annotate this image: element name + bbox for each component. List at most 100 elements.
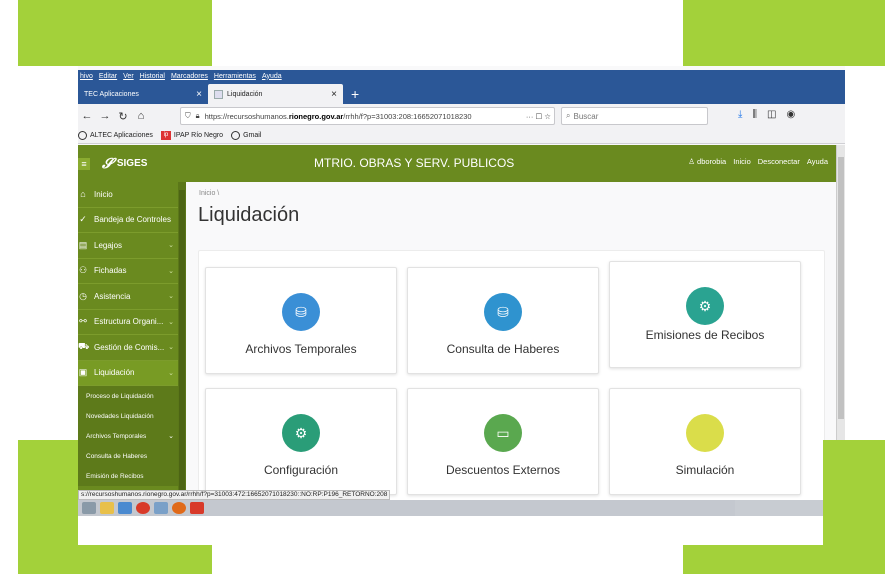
tab-label: Liquidación [227, 90, 263, 98]
users-icon: ⚇ [78, 265, 88, 276]
sidebar-subitem[interactable]: Archivos Temporales ⌄ [78, 426, 178, 446]
sidebar-subitem-label: Proceso de Liquidación [86, 392, 154, 400]
tab-label: TEC Aplicaciones [84, 90, 139, 98]
sidebar-item[interactable]: ✓ Bandeja de Controles [78, 208, 178, 233]
sidebar-subitem[interactable]: Proceso de Liquidación [78, 386, 178, 406]
tab-strip: TEC Aplicaciones × Liquidación × + [78, 82, 845, 104]
sidebar-item-label: Fichadas [94, 266, 127, 276]
page-actions-icon[interactable]: ··· ☐ ☆ [526, 112, 554, 121]
search-icon: ⌕ [566, 111, 571, 120]
main-content: Inicio \ Liquidación ⛁ Archivos Temporale… [186, 182, 836, 505]
taskbar-app-icon[interactable] [118, 502, 132, 514]
scrollbar-thumb[interactable] [179, 190, 185, 490]
decor-corner [683, 0, 885, 66]
menu-toggle-icon[interactable]: ≡ [78, 157, 90, 170]
chevron-down-icon: ⌄ [168, 267, 174, 275]
firefox-icon[interactable] [172, 502, 186, 514]
toolbar-right-icons: ⤓ ⫼ ◫ ◉ [738, 109, 795, 120]
clock-icon: ◷ [79, 290, 87, 301]
folder-icon[interactable] [100, 502, 114, 514]
bookmark-gmail[interactable]: Gmail [231, 131, 261, 140]
sidebar-item[interactable]: ⛟ Gestión de Comis... ⌄ [78, 335, 178, 361]
circle-icon [686, 414, 724, 452]
menu-historial[interactable]: Historial [140, 73, 165, 80]
sidebar-subitem[interactable]: Consulta de Haberes [78, 446, 178, 466]
back-icon[interactable]: ← [78, 110, 96, 122]
bookmarks-bar: ALTEC Aplicaciones ip IPAP Río Negro Gmai… [78, 128, 845, 144]
decor-corner [18, 0, 212, 66]
card-archivos-temporales[interactable]: ⛁ Archivos Temporales [205, 267, 397, 374]
browser-menubar: hivo Editar Ver Historial Marcadores Her… [78, 70, 845, 82]
taskbar-app-icon[interactable] [136, 502, 150, 514]
card-emisiones-de-recibos[interactable]: ⚙ Emisiones de Recibos [609, 261, 801, 368]
sidebar-item[interactable]: ◷ Asistencia ⌄ [78, 284, 178, 310]
close-icon[interactable]: × [331, 89, 337, 100]
library-icon[interactable]: ⫼ [752, 109, 757, 120]
new-tab-button[interactable]: + [343, 86, 367, 104]
scrollbar-thumb[interactable] [838, 157, 844, 419]
tab-altec[interactable]: TEC Aplicaciones × [78, 84, 208, 104]
screenshot-stage: hivo Editar Ver Historial Marcadores Her… [0, 0, 885, 574]
siges-logo[interactable]: 𝓢 SIGES [102, 155, 147, 172]
card-simulaci-n[interactable]: Simulación [609, 388, 801, 495]
menu-editar[interactable]: Editar [99, 73, 117, 80]
org-title: MTRIO. OBRAS Y SERV. PUBLICOS [314, 156, 515, 170]
menu-archivo[interactable]: hivo [80, 73, 93, 80]
cards-panel: ⛁ Archivos Temporales ⛁ Consulta de Haberes… [198, 250, 825, 505]
search-input[interactable]: ⌕ Buscar [561, 107, 708, 125]
taskbar-app-icon[interactable] [190, 502, 204, 514]
menu-marcadores[interactable]: Marcadores [171, 73, 208, 80]
account-icon[interactable]: ◉ [786, 109, 795, 120]
banknote-icon: ▭ [484, 414, 522, 452]
bookmark-altec[interactable]: ALTEC Aplicaciones [78, 131, 153, 140]
download-icon[interactable]: ⤓ [738, 109, 742, 120]
inicio-link[interactable]: Inicio [733, 157, 751, 166]
menu-herramientas[interactable]: Herramientas [214, 73, 256, 80]
taskbar-app-icon[interactable] [82, 502, 96, 514]
forward-icon[interactable]: → [96, 110, 114, 122]
chevron-down-icon: ⌄ [168, 369, 174, 377]
sidebar-item[interactable]: ⚯ Estructura Organi... ⌄ [78, 310, 178, 335]
sidebar-subitem-label: Consulta de Haberes [86, 452, 148, 460]
card-configuraci-n[interactable]: ⚙ Configuración [205, 388, 397, 495]
sidebar-item[interactable]: ▤ Legajos ⌄ [78, 233, 178, 259]
sidebar-item-label: Asistencia [94, 291, 131, 301]
card-descuentos-externos[interactable]: ▭ Descuentos Externos [407, 388, 599, 495]
taskbar-app-icon[interactable] [154, 502, 168, 514]
card-label: Simulación [675, 463, 735, 477]
sidebar-icon[interactable]: ◫ [767, 109, 776, 120]
card-consulta-de-haberes[interactable]: ⛁ Consulta de Haberes [407, 267, 599, 374]
desconectar-link[interactable]: Desconectar [758, 157, 800, 166]
sidebar-scrollbar[interactable] [178, 182, 186, 498]
reload-icon[interactable]: ↻ [114, 110, 132, 123]
sidebar-item[interactable]: ▣ Liquidación ⌄ [78, 360, 178, 386]
database-search-icon: ⛁ [484, 293, 522, 331]
ayuda-link[interactable]: Ayuda [807, 157, 828, 166]
card-label: Consulta de Haberes [446, 342, 560, 356]
page-title: Liquidación [198, 204, 300, 226]
sidebar-item[interactable]: ⌂ Inicio [78, 182, 178, 208]
menu-ayuda[interactable]: Ayuda [262, 73, 282, 80]
decor-corner [18, 545, 212, 574]
sidebar-item[interactable]: ⚇ Fichadas ⌄ [78, 259, 178, 284]
chevron-down-icon: ⌄ [168, 242, 174, 250]
close-icon[interactable]: × [196, 89, 202, 100]
id-card-icon: ▤ [78, 239, 88, 250]
sidebar-subitem[interactable]: Novedades Liquidación [78, 406, 178, 426]
sidebar-item-label: Gestión de Comis... [94, 342, 165, 352]
globe-icon [78, 131, 87, 140]
home-icon[interactable]: ⌂ [132, 110, 150, 122]
user-link[interactable]: ♙ dborobia [688, 157, 726, 166]
url-bar[interactable]: ⛉ 🔒︎ https://recursoshumanos.rionegro.go… [180, 107, 555, 125]
breadcrumb[interactable]: Inicio \ [199, 190, 219, 197]
card-label: Emisiones de Recibos [645, 328, 765, 342]
check-icon: ✓ [79, 214, 87, 225]
sidebar-subitem-label: Archivos Temporales [86, 432, 147, 440]
menu-ver[interactable]: Ver [123, 73, 134, 80]
favicon-icon [214, 89, 223, 99]
bookmark-ipap[interactable]: ip IPAP Río Negro [160, 131, 223, 140]
url-text: https://recursoshumanos.rionegro.gov.ar/… [204, 111, 472, 121]
sidebar-subitem[interactable]: Emisión de Recibos [78, 466, 178, 486]
sidebar-subitem-label: Novedades Liquidación [86, 412, 154, 420]
tab-liquidacion[interactable]: Liquidación × [208, 84, 343, 104]
